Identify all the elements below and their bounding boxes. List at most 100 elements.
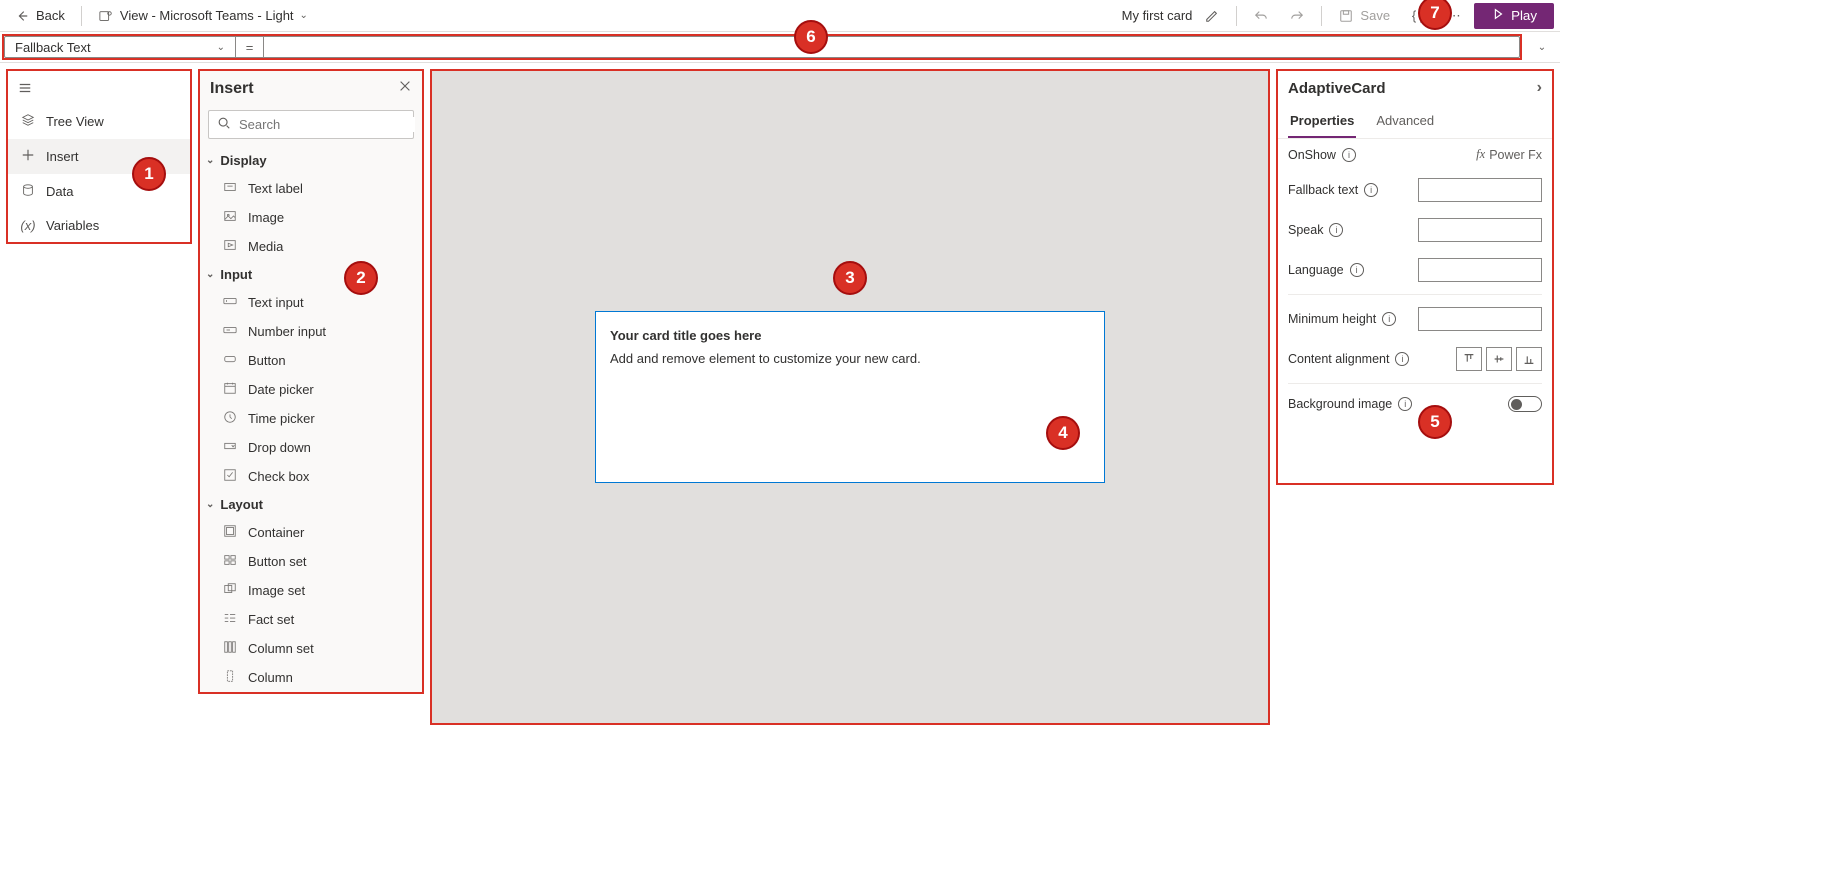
callout-4: 4 [1046,416,1080,450]
group-label: Display [220,153,266,168]
group-display[interactable]: ⌄ Display [200,147,422,174]
card-name-label: My first card [1122,8,1193,23]
item-container[interactable]: Container [200,518,422,547]
item-image-set[interactable]: Image set [200,576,422,605]
item-media[interactable]: Media [200,232,422,261]
item-fact-set[interactable]: Fact set [200,605,422,634]
calendar-icon [222,381,238,398]
image-icon [222,209,238,226]
redo-icon [1289,8,1305,24]
info-icon[interactable]: i [1350,263,1364,277]
tab-advanced[interactable]: Advanced [1374,105,1436,138]
item-text-label[interactable]: Text label [200,174,422,203]
item-text-input[interactable]: Text input [200,288,422,317]
media-icon [222,238,238,255]
item-date-picker[interactable]: Date picker [200,375,422,404]
back-label: Back [36,8,65,23]
powerfx-link[interactable]: fx Power Fx [1476,147,1542,162]
chevron-right-icon[interactable]: › [1537,79,1542,97]
top-toolbar: Back View - Microsoft Teams - Light ⌄ My… [0,0,1560,32]
info-icon[interactable]: i [1398,397,1412,411]
item-label: Drop down [248,440,311,455]
close-icon[interactable] [398,79,412,98]
group-label: Input [220,267,252,282]
undo-button[interactable] [1245,2,1277,30]
item-label: Date picker [248,382,314,397]
speak-label: Speak [1288,223,1323,237]
tab-properties[interactable]: Properties [1288,105,1356,138]
rail-item-treeview[interactable]: Tree View [8,104,190,139]
language-input[interactable] [1418,258,1542,282]
item-drop-down[interactable]: Drop down [200,433,422,462]
view-label: View - Microsoft Teams - Light [120,8,294,23]
variable-icon: (x) [20,218,36,233]
item-image[interactable]: Image [200,203,422,232]
item-button[interactable]: Button [200,346,422,375]
rail-item-variables[interactable]: (x) Variables [8,209,190,242]
formula-expand-button[interactable]: ⌄ [1524,32,1560,62]
info-icon[interactable]: i [1382,312,1396,326]
item-time-picker[interactable]: Time picker [200,404,422,433]
insert-search[interactable] [208,110,414,139]
save-button[interactable]: Save [1330,2,1398,30]
item-label: Container [248,525,304,540]
item-number-input[interactable]: Number input [200,317,422,346]
rail-label: Insert [46,149,79,164]
group-layout[interactable]: ⌄ Layout [200,491,422,518]
fallback-label: Fallback text [1288,183,1358,197]
database-icon [20,183,36,200]
item-label: Text input [248,295,304,310]
info-icon[interactable]: i [1395,352,1409,366]
fallback-input[interactable] [1418,178,1542,202]
powerfx-label: Power Fx [1489,148,1542,162]
rename-button[interactable] [1196,2,1228,30]
factset-icon [222,611,238,628]
align-top-button[interactable] [1456,347,1482,371]
undo-icon [1253,8,1269,24]
checkbox-icon [222,468,238,485]
properties-panel: AdaptiveCard › Properties Advanced OnSho… [1276,69,1554,485]
arrow-left-icon [14,8,30,24]
chevron-down-icon: ⌄ [206,155,214,166]
callout-2: 2 [344,261,378,295]
item-column-set[interactable]: Column set [200,634,422,663]
item-check-box[interactable]: Check box [200,462,422,491]
clock-icon [222,410,238,427]
contentalign-label: Content alignment [1288,352,1389,366]
number-input-icon [222,323,238,340]
canvas[interactable]: 3 Your card title goes here Add and remo… [430,69,1270,725]
item-label: Image set [248,583,305,598]
speak-input[interactable] [1418,218,1542,242]
rail-label: Data [46,184,73,199]
item-button-set[interactable]: Button set [200,547,422,576]
minheight-input[interactable] [1418,307,1542,331]
info-icon[interactable]: i [1329,223,1343,237]
info-icon[interactable]: i [1342,148,1356,162]
info-icon[interactable]: i [1364,183,1378,197]
item-label: Column [248,670,293,685]
hamburger-icon[interactable] [8,75,190,104]
insert-panel: Insert ⌄ Display Text label Image Media … [198,69,424,694]
back-button[interactable]: Back [6,2,73,30]
bgimage-toggle[interactable] [1508,396,1542,412]
imageset-icon [222,582,238,599]
play-button[interactable]: Play [1474,3,1554,29]
card-preview[interactable]: Your card title goes here Add and remove… [595,311,1105,483]
button-icon [222,352,238,369]
item-column[interactable]: Column [200,663,422,692]
left-rail: Tree View Insert Data (x) Variables 1 [6,69,192,244]
group-input[interactable]: ⌄ Input [200,261,422,288]
item-label: Image [248,210,284,225]
search-icon [217,116,231,133]
align-bottom-button[interactable] [1516,347,1542,371]
callout-6: 6 [794,20,828,54]
align-middle-button[interactable] [1486,347,1512,371]
save-icon [1338,8,1354,24]
redo-button[interactable] [1281,2,1313,30]
container-icon [222,524,238,541]
view-selector[interactable]: View - Microsoft Teams - Light ⌄ [90,2,316,30]
chevron-down-icon: ⌄ [206,269,214,280]
item-label: Fact set [248,612,294,627]
insert-search-input[interactable] [239,117,415,132]
item-label: Button [248,353,286,368]
